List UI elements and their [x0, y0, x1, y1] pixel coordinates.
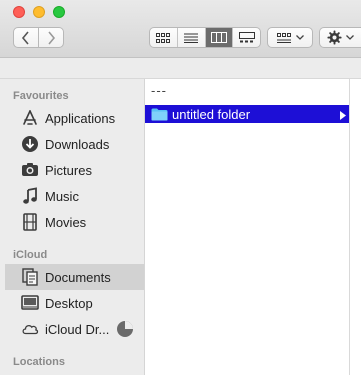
navigation-buttons [13, 27, 64, 48]
back-button[interactable] [14, 28, 38, 47]
list-view-button[interactable] [176, 28, 205, 47]
sidebar-item-label: Documents [45, 269, 111, 285]
sidebar-item-documents[interactable]: Documents [5, 264, 144, 290]
list-item-untitled-folder[interactable]: untitled folder [145, 105, 349, 123]
sidebar-item-label: Music [45, 188, 79, 204]
pictures-icon [21, 161, 39, 179]
group-by-button[interactable] [267, 27, 313, 48]
column-header: --- [151, 83, 167, 98]
sidebar-item-label: Desktop [45, 295, 93, 311]
window-toolbar [0, 0, 361, 58]
sidebar-item-desktop[interactable]: Desktop [5, 290, 144, 316]
list-item-label: untitled folder [172, 106, 251, 122]
forward-button[interactable] [38, 28, 63, 47]
gallery-view-icon [238, 32, 255, 43]
chevron-right-icon [48, 30, 56, 45]
close-window-button[interactable] [13, 6, 25, 18]
movies-icon [21, 213, 39, 231]
action-menu-button[interactable] [319, 27, 361, 48]
chevron-left-icon [21, 30, 29, 45]
zoom-window-button[interactable] [53, 6, 65, 18]
gear-icon [327, 30, 342, 45]
sidebar-item-downloads[interactable]: Downloads [5, 131, 144, 157]
group-icon [276, 32, 291, 43]
gallery-view-button[interactable] [232, 28, 260, 47]
sidebar-item-icloud-drive[interactable]: iCloud Dr... [5, 316, 144, 342]
applications-icon [21, 109, 39, 127]
list-view-icon [184, 33, 199, 43]
minimize-window-button[interactable] [33, 6, 45, 18]
desktop-icon [21, 294, 39, 312]
icon-view-button[interactable] [150, 28, 177, 47]
icon-view-icon [156, 32, 171, 43]
disclosure-arrow-icon [340, 108, 346, 123]
empty-column-area [350, 79, 361, 375]
column-view-icon [210, 32, 227, 43]
column-view-button[interactable] [204, 28, 233, 47]
sidebar-section-favourites: Favourites [13, 90, 69, 102]
sidebar-item-label: iCloud Dr... [45, 321, 110, 337]
sidebar-section-locations: Locations [13, 356, 65, 368]
chevron-down-icon [295, 35, 304, 40]
documents-icon [21, 268, 39, 286]
sidebar: Favourites Applications Downloads Pictur… [0, 79, 145, 375]
chevron-down-icon [346, 35, 354, 40]
sidebar-item-label: Pictures [45, 162, 92, 178]
sidebar-item-movies[interactable]: Movies [5, 209, 144, 235]
music-icon [21, 187, 39, 205]
sidebar-item-label: Applications [45, 110, 116, 126]
sidebar-item-label: Downloads [45, 136, 110, 152]
view-mode-control [149, 27, 261, 48]
sidebar-item-music[interactable]: Music [5, 183, 144, 209]
sidebar-section-icloud: iCloud [13, 249, 48, 261]
sidebar-item-pictures[interactable]: Pictures [5, 157, 144, 183]
sidebar-item-label: Movies [45, 214, 87, 230]
path-strip [0, 58, 361, 79]
sidebar-item-applications[interactable]: Applications [5, 105, 144, 131]
downloads-icon [21, 135, 39, 153]
cloud-icon [21, 320, 39, 338]
file-column: --- untitled folder [145, 79, 350, 375]
folder-icon [151, 108, 168, 121]
sync-progress-icon [116, 320, 134, 341]
